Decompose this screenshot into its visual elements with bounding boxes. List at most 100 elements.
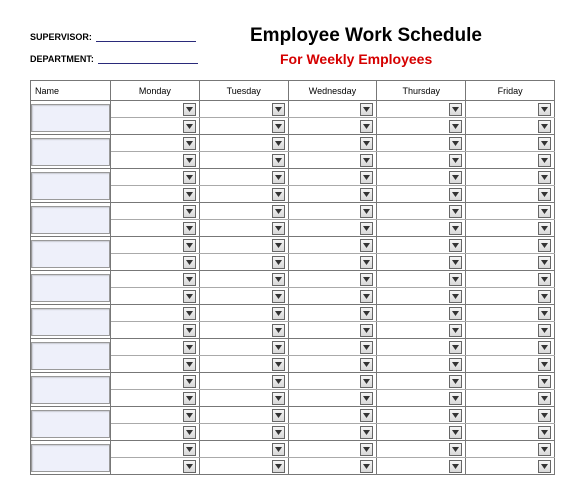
dropdown-icon[interactable]	[183, 171, 196, 184]
dropdown-icon[interactable]	[449, 392, 462, 405]
dropdown-icon[interactable]	[360, 341, 373, 354]
dropdown-icon[interactable]	[272, 324, 285, 337]
dropdown-icon[interactable]	[360, 324, 373, 337]
dropdown-icon[interactable]	[449, 103, 462, 116]
dropdown-icon[interactable]	[449, 358, 462, 371]
dropdown-icon[interactable]	[272, 222, 285, 235]
dropdown-icon[interactable]	[538, 392, 551, 405]
dropdown-icon[interactable]	[272, 273, 285, 286]
dropdown-icon[interactable]	[360, 273, 373, 286]
dropdown-icon[interactable]	[360, 154, 373, 167]
dropdown-icon[interactable]	[360, 120, 373, 133]
dropdown-icon[interactable]	[449, 341, 462, 354]
dropdown-icon[interactable]	[183, 341, 196, 354]
dropdown-icon[interactable]	[183, 154, 196, 167]
dropdown-icon[interactable]	[183, 375, 196, 388]
dropdown-icon[interactable]	[449, 290, 462, 303]
dropdown-icon[interactable]	[272, 205, 285, 218]
dropdown-icon[interactable]	[272, 341, 285, 354]
dropdown-icon[interactable]	[360, 426, 373, 439]
department-input[interactable]	[98, 52, 198, 64]
dropdown-icon[interactable]	[449, 426, 462, 439]
dropdown-icon[interactable]	[183, 392, 196, 405]
dropdown-icon[interactable]	[183, 239, 196, 252]
dropdown-icon[interactable]	[538, 443, 551, 456]
name-input[interactable]	[31, 104, 110, 132]
dropdown-icon[interactable]	[538, 103, 551, 116]
dropdown-icon[interactable]	[538, 188, 551, 201]
dropdown-icon[interactable]	[538, 409, 551, 422]
dropdown-icon[interactable]	[272, 392, 285, 405]
name-input[interactable]	[31, 240, 110, 268]
dropdown-icon[interactable]	[360, 460, 373, 473]
dropdown-icon[interactable]	[183, 205, 196, 218]
supervisor-input[interactable]	[96, 30, 196, 42]
dropdown-icon[interactable]	[272, 171, 285, 184]
dropdown-icon[interactable]	[360, 256, 373, 269]
dropdown-icon[interactable]	[272, 256, 285, 269]
dropdown-icon[interactable]	[272, 290, 285, 303]
dropdown-icon[interactable]	[183, 256, 196, 269]
dropdown-icon[interactable]	[538, 137, 551, 150]
dropdown-icon[interactable]	[449, 307, 462, 320]
dropdown-icon[interactable]	[183, 273, 196, 286]
dropdown-icon[interactable]	[449, 239, 462, 252]
dropdown-icon[interactable]	[272, 443, 285, 456]
dropdown-icon[interactable]	[360, 205, 373, 218]
dropdown-icon[interactable]	[538, 290, 551, 303]
dropdown-icon[interactable]	[449, 409, 462, 422]
dropdown-icon[interactable]	[360, 409, 373, 422]
dropdown-icon[interactable]	[183, 358, 196, 371]
dropdown-icon[interactable]	[183, 460, 196, 473]
dropdown-icon[interactable]	[538, 171, 551, 184]
dropdown-icon[interactable]	[449, 205, 462, 218]
dropdown-icon[interactable]	[538, 222, 551, 235]
dropdown-icon[interactable]	[183, 188, 196, 201]
dropdown-icon[interactable]	[538, 256, 551, 269]
dropdown-icon[interactable]	[449, 222, 462, 235]
dropdown-icon[interactable]	[183, 137, 196, 150]
dropdown-icon[interactable]	[449, 324, 462, 337]
name-input[interactable]	[31, 172, 110, 200]
dropdown-icon[interactable]	[360, 171, 373, 184]
dropdown-icon[interactable]	[538, 307, 551, 320]
dropdown-icon[interactable]	[183, 443, 196, 456]
dropdown-icon[interactable]	[538, 205, 551, 218]
name-input[interactable]	[31, 308, 110, 336]
dropdown-icon[interactable]	[538, 324, 551, 337]
dropdown-icon[interactable]	[449, 120, 462, 133]
dropdown-icon[interactable]	[360, 307, 373, 320]
name-input[interactable]	[31, 444, 110, 472]
dropdown-icon[interactable]	[272, 103, 285, 116]
dropdown-icon[interactable]	[272, 460, 285, 473]
name-input[interactable]	[31, 410, 110, 438]
dropdown-icon[interactable]	[360, 103, 373, 116]
dropdown-icon[interactable]	[272, 137, 285, 150]
name-input[interactable]	[31, 138, 110, 166]
dropdown-icon[interactable]	[360, 290, 373, 303]
dropdown-icon[interactable]	[272, 358, 285, 371]
name-input[interactable]	[31, 376, 110, 404]
dropdown-icon[interactable]	[360, 239, 373, 252]
dropdown-icon[interactable]	[272, 239, 285, 252]
dropdown-icon[interactable]	[272, 307, 285, 320]
dropdown-icon[interactable]	[272, 426, 285, 439]
dropdown-icon[interactable]	[360, 137, 373, 150]
dropdown-icon[interactable]	[538, 358, 551, 371]
dropdown-icon[interactable]	[183, 222, 196, 235]
dropdown-icon[interactable]	[449, 137, 462, 150]
dropdown-icon[interactable]	[449, 171, 462, 184]
dropdown-icon[interactable]	[183, 426, 196, 439]
dropdown-icon[interactable]	[538, 341, 551, 354]
dropdown-icon[interactable]	[538, 273, 551, 286]
dropdown-icon[interactable]	[272, 188, 285, 201]
dropdown-icon[interactable]	[449, 460, 462, 473]
dropdown-icon[interactable]	[183, 103, 196, 116]
dropdown-icon[interactable]	[360, 375, 373, 388]
dropdown-icon[interactable]	[538, 426, 551, 439]
dropdown-icon[interactable]	[449, 443, 462, 456]
dropdown-icon[interactable]	[360, 188, 373, 201]
dropdown-icon[interactable]	[360, 443, 373, 456]
dropdown-icon[interactable]	[272, 409, 285, 422]
name-input[interactable]	[31, 274, 110, 302]
